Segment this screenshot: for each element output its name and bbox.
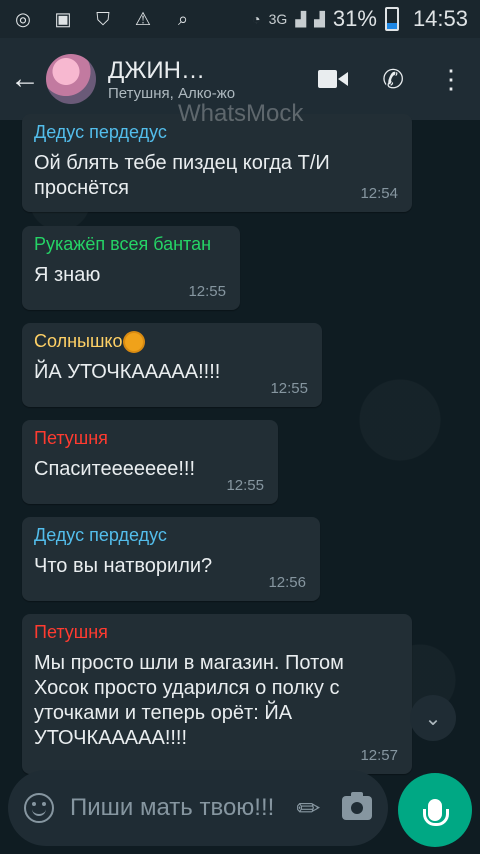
message-bubble[interactable]: Дедус пердедус Что вы натворили? 12:56 bbox=[22, 517, 320, 601]
message-time: 12:57 bbox=[360, 747, 398, 764]
clock: 14:53 bbox=[412, 6, 468, 31]
notification-icons: ◎ ▣ ⛉ ⚠ ⌕ bbox=[12, 9, 194, 30]
chat-title: ДЖИН… bbox=[108, 56, 205, 84]
wifi-icon: ◔ bbox=[252, 11, 261, 27]
sun-emoji-icon bbox=[124, 333, 143, 352]
message-sender: Рукажёп всея бантан bbox=[34, 234, 212, 254]
message-sender: Солнышко bbox=[34, 331, 310, 352]
message-sender: Петушня bbox=[34, 428, 108, 448]
message-bubble[interactable]: Солнышко ЙА УТОЧКААААА!!!! 12:55 bbox=[22, 323, 322, 407]
search-icon: ⌕ bbox=[177, 8, 189, 29]
message-text: Что вы натворили? bbox=[34, 555, 213, 577]
message-bubble[interactable]: Дедус пердедус Ой блять тебе пиздец когд… bbox=[22, 114, 412, 212]
phone-icon[interactable]: ✆ bbox=[382, 64, 404, 95]
chat-subtitle: Петушня, Алко-жо bbox=[108, 84, 236, 102]
status-bar: ◎ ▣ ⛉ ⚠ ⌕ ◔ 3G ▟ ▟ 31% 14:53 bbox=[0, 0, 480, 38]
more-vert-icon[interactable]: ⋮ bbox=[438, 66, 464, 92]
network-type-label: 3G bbox=[268, 11, 288, 27]
group-avatar[interactable] bbox=[46, 54, 96, 104]
message-input-bar[interactable]: Пиши мать твою!!! ✎ bbox=[8, 770, 388, 846]
signal-icon: ▟ bbox=[295, 10, 307, 27]
message-text: Мы просто шли в магазин. Потом Хосок про… bbox=[34, 652, 344, 749]
message-time: 12:56 bbox=[268, 574, 306, 591]
message-input[interactable]: Пиши мать твою!!! bbox=[70, 794, 297, 822]
message-time: 12:55 bbox=[188, 283, 226, 300]
message-sender: Дедус пердедус bbox=[34, 525, 167, 545]
shield-icon: ⛉ bbox=[96, 8, 110, 29]
instagram-icon: ◎ bbox=[15, 8, 31, 29]
battery-icon bbox=[384, 7, 399, 31]
emoji-icon[interactable] bbox=[24, 793, 54, 823]
message-bubble[interactable]: Петушня Мы просто шли в магазин. Потом Х… bbox=[22, 614, 412, 774]
mic-button[interactable] bbox=[398, 773, 472, 847]
mic-icon bbox=[423, 799, 449, 826]
message-bubble[interactable]: Петушня Спаситеееееее!!! 12:55 bbox=[22, 420, 278, 504]
warning-icon: ⚠ bbox=[134, 8, 152, 29]
message-time: 12:55 bbox=[226, 477, 264, 494]
message-time: 12:55 bbox=[270, 380, 308, 397]
message-list[interactable]: Дедус пердедус Ой блять тебе пиздец когд… bbox=[0, 114, 480, 854]
message-text: ЙА УТОЧКААААА!!!! bbox=[34, 361, 221, 383]
battery-percent: 31% bbox=[332, 6, 377, 31]
camera-icon[interactable] bbox=[342, 792, 372, 820]
chat-title-block[interactable]: ДЖИН… Петушня, Алко-жо bbox=[108, 57, 318, 102]
message-sender: Петушня bbox=[34, 622, 108, 642]
message-bubble[interactable]: Рукажёп всея бантан Я знаю 12:55 bbox=[22, 226, 240, 310]
image-icon: ▣ bbox=[54, 8, 72, 29]
video-call-icon[interactable] bbox=[318, 69, 349, 89]
message-time: 12:54 bbox=[360, 185, 398, 202]
signal-2-icon: ▟ bbox=[314, 10, 325, 27]
message-text: Ой блять тебе пиздец когда Т/И проснётся bbox=[34, 152, 330, 199]
watermark: WhatsMock bbox=[178, 100, 304, 127]
sender-name: Солнышко bbox=[34, 331, 123, 351]
arrow-left-icon[interactable]: ← bbox=[10, 62, 46, 96]
chevron-down-icon[interactable]: ⌄ bbox=[410, 695, 456, 741]
